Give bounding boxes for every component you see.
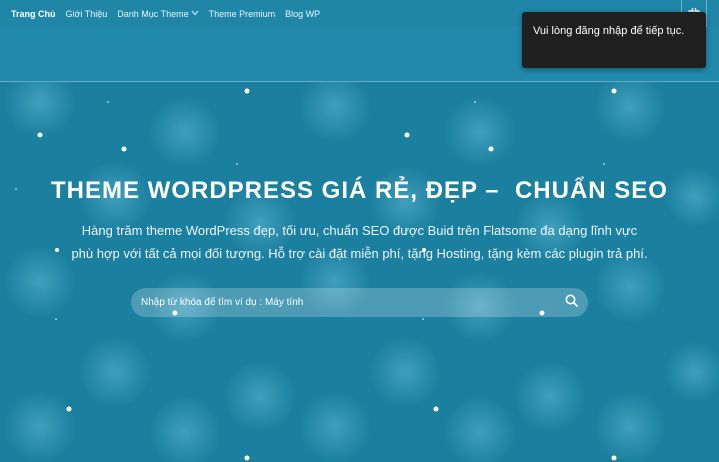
search-button[interactable] xyxy=(554,288,588,317)
hero-description-line: Hàng trăm theme WordPress đẹp, tối ưu, c… xyxy=(81,223,638,238)
nav-item-theme-categories[interactable]: Danh Mục Theme xyxy=(117,8,199,19)
chevron-down-icon xyxy=(191,9,199,18)
hero-description: Hàng trăm theme WordPress đẹp, tối ưu, c… xyxy=(45,219,674,265)
nav-item-about[interactable]: Giới Thiệu xyxy=(66,9,108,19)
nav-item-theme-premium[interactable]: Theme Premium xyxy=(209,9,276,19)
hero-description-line: phù hợp với tất cả mọi đối tượng. Hỗ trợ… xyxy=(71,246,648,261)
hero-content: THEME WORDPRESS GIÁ RẺ, ĐẸP – CHUẨN SEO … xyxy=(0,82,719,462)
nav-item-label: Danh Mục Theme xyxy=(117,8,189,19)
search-box xyxy=(131,288,588,317)
login-required-toast: Vui lòng đăng nhập để tiếp tục. xyxy=(522,12,706,68)
nav-item-home[interactable]: Trang Chủ xyxy=(11,9,56,19)
nav-item-blog[interactable]: Blog WP xyxy=(285,9,320,19)
search-icon xyxy=(565,294,578,312)
toast-message: Vui lòng đăng nhập để tiếp tục. xyxy=(533,25,685,37)
hero-section: THEME WORDPRESS GIÁ RẺ, ĐẸP – CHUẨN SEO … xyxy=(0,82,719,462)
hero-title: THEME WORDPRESS GIÁ RẺ, ĐẸP – CHUẨN SEO xyxy=(51,177,668,204)
search-input[interactable] xyxy=(141,297,554,308)
